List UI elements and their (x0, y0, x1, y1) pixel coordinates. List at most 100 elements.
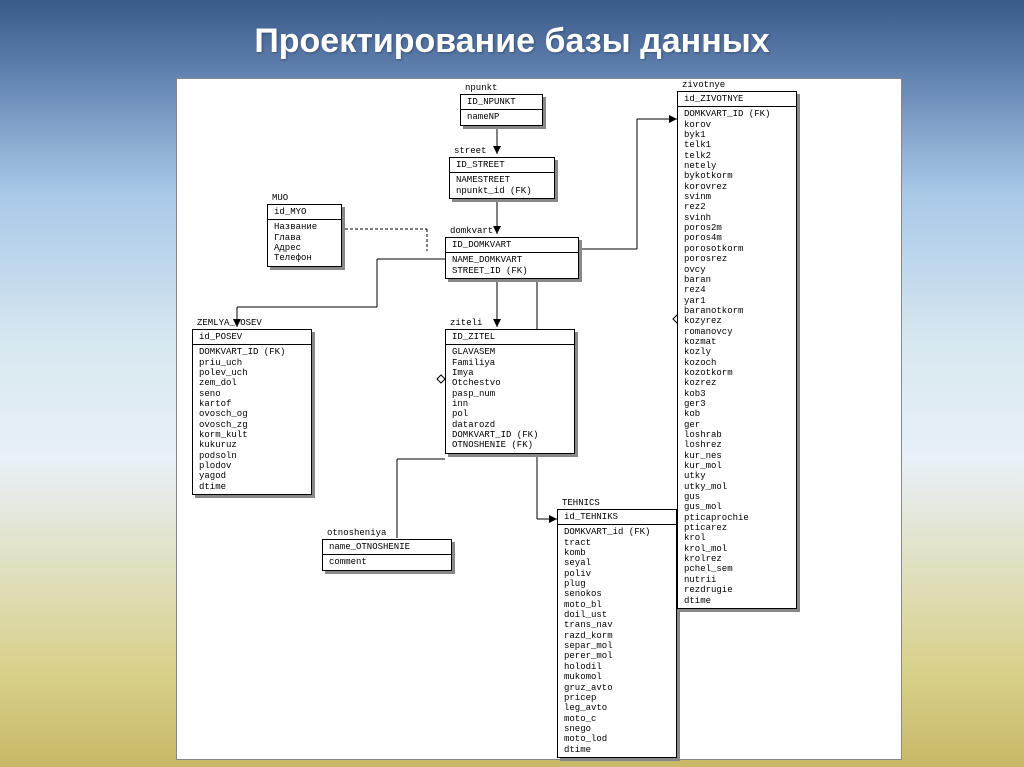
attr: telk1 (684, 140, 790, 150)
attr: kukuruz (199, 440, 305, 450)
attr: pticarez (684, 523, 790, 533)
attr: baran (684, 275, 790, 285)
attr: kartof (199, 399, 305, 409)
attr: GLAVASEM (452, 347, 568, 357)
attr: npunkt_id (FK) (456, 186, 548, 196)
attr: korm_kult (199, 430, 305, 440)
attr: perer_mol (564, 651, 670, 661)
attr: utky_mol (684, 482, 790, 492)
attr: kozotkorm (684, 368, 790, 378)
attr: kur_nes (684, 451, 790, 461)
entity-otnosheniya: otnosheniya name_OTNOSHENIE comment (322, 539, 452, 571)
entity-title: zivotnye (682, 80, 725, 90)
attr: kob3 (684, 389, 790, 399)
attr: kozyrez (684, 316, 790, 326)
attr: pol (452, 409, 568, 419)
pk-field: id_MYO (274, 207, 335, 217)
attr: svinh (684, 213, 790, 223)
page-title: Проектирование базы данных (0, 0, 1024, 61)
attr: krol (684, 533, 790, 543)
attr: polev_uch (199, 368, 305, 378)
attr: priu_uch (199, 358, 305, 368)
attr: yar1 (684, 296, 790, 306)
attr: DOMKVART_ID (FK) (684, 109, 790, 119)
attr: gus (684, 492, 790, 502)
attr: podsoln (199, 451, 305, 461)
attr: krolrez (684, 554, 790, 564)
attr: yagod (199, 471, 305, 481)
attr: krol_mol (684, 544, 790, 554)
attr: nutrii (684, 575, 790, 585)
attr: dtime (199, 482, 305, 492)
attr: kozrez (684, 378, 790, 388)
entity-zemlya-posev: ZEMLYA_POSEV id_POSEV DOMKVART_ID (FK)pr… (192, 329, 312, 495)
attr: DOMKVART_ID (FK) (199, 347, 305, 357)
attr: ger3 (684, 399, 790, 409)
attr: leg_avto (564, 703, 670, 713)
attr: pasp_num (452, 389, 568, 399)
attr: komb (564, 548, 670, 558)
attr: romanovcy (684, 327, 790, 337)
attr: comment (329, 557, 445, 567)
entity-title: TEHNICS (562, 498, 600, 508)
attr: poros4m (684, 233, 790, 243)
attr: mukomol (564, 672, 670, 682)
attr: byk1 (684, 130, 790, 140)
attr: senokos (564, 589, 670, 599)
attr: ger (684, 420, 790, 430)
entity-zivotnye: zivotnye id_ZIVOTNYE DOMKVART_ID (FK)kor… (677, 91, 797, 609)
attr: ovosch_zg (199, 420, 305, 430)
pk-field: ID_DOMKVART (452, 240, 572, 250)
attr: DOMKVART_id (FK) (564, 527, 670, 537)
attr: datarozd (452, 420, 568, 430)
attr: Телефон (274, 253, 335, 263)
attr: kozoch (684, 358, 790, 368)
attr: kur_mol (684, 461, 790, 471)
attr: loshrab (684, 430, 790, 440)
attr: dtime (684, 596, 790, 606)
attr: korov (684, 120, 790, 130)
attr: kozmat (684, 337, 790, 347)
pk-field: id_POSEV (199, 332, 305, 342)
attr: loshrez (684, 440, 790, 450)
attr: baranotkorm (684, 306, 790, 316)
attr: inn (452, 399, 568, 409)
attr: pchel_sem (684, 564, 790, 574)
attr: plug (564, 579, 670, 589)
attr: kob (684, 409, 790, 419)
entity-title: street (454, 146, 486, 156)
attr: porosrez (684, 254, 790, 264)
attr: poliv (564, 569, 670, 579)
pk-field: ID_ZITEL (452, 332, 568, 342)
attr: nameNP (467, 112, 536, 122)
attr: seno (199, 389, 305, 399)
attr: rez4 (684, 285, 790, 295)
attr: poros2m (684, 223, 790, 233)
attr: netely (684, 161, 790, 171)
attr: plodov (199, 461, 305, 471)
attr: dtime (564, 745, 670, 755)
entity-title: otnosheniya (327, 528, 386, 538)
attr: porosotkorm (684, 244, 790, 254)
attr: gus_mol (684, 502, 790, 512)
pk-field: id_ZIVOTNYE (684, 94, 790, 104)
entity-muo: MUO id_MYO Название Глава Адрес Телефон (267, 204, 342, 267)
pk-field: name_OTNOSHENIE (329, 542, 445, 552)
attr: doil_ust (564, 610, 670, 620)
attr: NAME_DOMKVART (452, 255, 572, 265)
attr: separ_mol (564, 641, 670, 651)
attr: pricep (564, 693, 670, 703)
attr: razd_korm (564, 631, 670, 641)
attr: telk2 (684, 151, 790, 161)
attr: moto_bl (564, 600, 670, 610)
attr: utky (684, 471, 790, 481)
attr: ovcy (684, 265, 790, 275)
entity-title: domkvart (450, 226, 493, 236)
entity-tehnics: TEHNICS id_TEHNIKS DOMKVART_id (FK)tract… (557, 509, 677, 758)
attr: kozly (684, 347, 790, 357)
attr: moto_c (564, 714, 670, 724)
attr: Familiya (452, 358, 568, 368)
entity-domkvart: domkvart ID_DOMKVART NAME_DOMKVART STREE… (445, 237, 579, 279)
attr: pticaprochie (684, 513, 790, 523)
attr: holodil (564, 662, 670, 672)
